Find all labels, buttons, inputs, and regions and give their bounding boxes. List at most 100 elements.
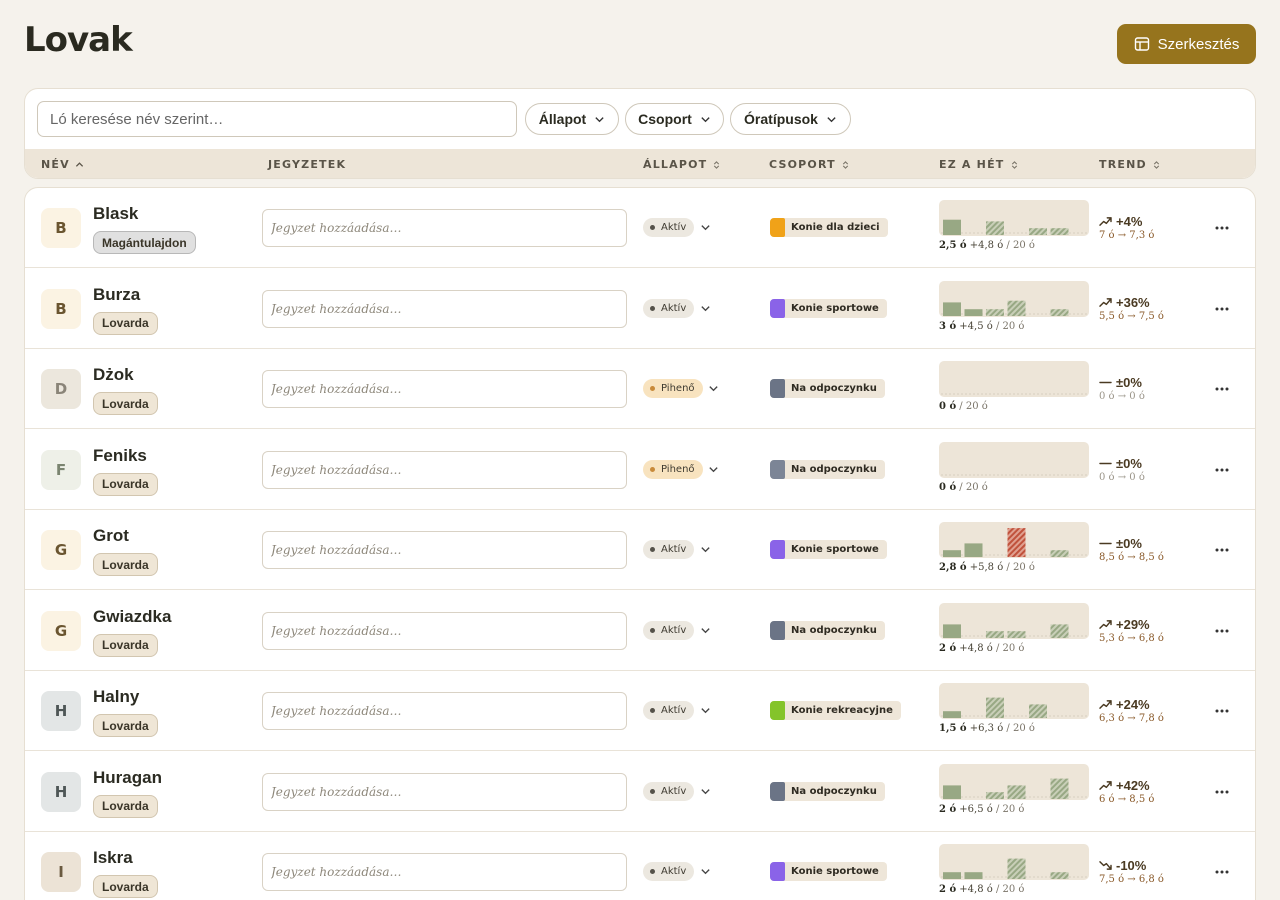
trend-up-icon <box>1099 217 1112 226</box>
week-bars-svg <box>941 623 1087 638</box>
status-chip[interactable]: Aktív <box>643 862 695 881</box>
status-chip[interactable]: Aktív <box>643 701 695 720</box>
horse-name[interactable]: Gwiazdka <box>93 607 171 627</box>
avatar: F <box>41 449 81 490</box>
note-input[interactable] <box>262 531 627 569</box>
filter-status-button[interactable]: Állapot <box>525 103 619 135</box>
row-actions-button[interactable] <box>1211 701 1233 721</box>
column-header-trend[interactable]: TREND <box>1099 149 1161 178</box>
trend-value: ±0% <box>1099 456 1142 471</box>
trend-range: 0 ó → 0 ó <box>1099 391 1145 402</box>
status-chip[interactable]: Aktív <box>643 781 695 801</box>
avatar: D <box>41 369 81 409</box>
filter-group-label: Csoport <box>638 111 692 127</box>
week-planned-hours: +4,8 ó <box>959 884 993 895</box>
status-chip[interactable]: Aktív <box>643 540 695 559</box>
trend-range: 7 ó → 7,3 ó <box>1099 230 1155 241</box>
group-color-swatch <box>770 620 785 640</box>
table-row[interactable]: G Grot Lovarda Aktív Konie sportowe 2,8 ó +5,… <box>25 510 1255 590</box>
avatar: H <box>41 691 81 731</box>
week-day-bar <box>1050 623 1069 638</box>
owner-badge: Lovarda <box>93 875 158 898</box>
note-input[interactable] <box>262 289 627 328</box>
edit-button[interactable]: Szerkesztés <box>1117 24 1256 64</box>
horse-name[interactable]: Iskra <box>93 848 133 868</box>
row-actions-button[interactable] <box>1211 862 1233 882</box>
row-actions-button[interactable] <box>1211 621 1233 641</box>
trend-value: +4% <box>1099 214 1142 229</box>
horse-name[interactable]: Blask <box>93 204 138 224</box>
horse-name[interactable]: Grot <box>93 526 129 546</box>
note-input[interactable] <box>262 370 627 408</box>
week-total-hours: / 20 ó <box>995 642 1025 654</box>
trend-up-icon <box>1099 700 1112 709</box>
avatar: G <box>41 610 81 651</box>
note-input[interactable] <box>262 772 627 811</box>
trend-value: ±0% <box>1099 375 1142 390</box>
row-actions-button[interactable] <box>1211 299 1233 319</box>
search-input[interactable] <box>37 101 517 137</box>
status-chip[interactable]: Aktív <box>643 218 695 237</box>
status-label: Pihenő <box>661 463 695 475</box>
status-chip[interactable]: Pihenő <box>643 459 703 479</box>
sort-asc-icon <box>75 161 83 167</box>
status-chevron-icon <box>701 225 710 231</box>
owner-badge: Lovarda <box>93 472 158 496</box>
horse-name[interactable]: Halny <box>93 687 139 707</box>
horse-name[interactable]: Dżok <box>93 365 134 385</box>
week-bars-svg <box>941 528 1087 557</box>
week-day-bar <box>964 872 983 879</box>
trend-percent: ±0% <box>1116 536 1142 551</box>
filter-group-button[interactable]: Csoport <box>625 103 724 135</box>
week-load-chart <box>939 280 1089 317</box>
group-color-swatch <box>770 218 785 237</box>
trend-percent: ±0% <box>1116 375 1142 390</box>
note-input[interactable] <box>262 450 627 489</box>
table-row[interactable]: I Iskra Lovarda Aktív Konie sportowe 2 ó +4,8… <box>25 832 1255 900</box>
note-input[interactable] <box>262 692 627 730</box>
toolbar-card: Állapot Csoport Óratípusok NÉV JEGYZETEK… <box>24 88 1256 179</box>
status-chip[interactable]: Aktív <box>643 298 695 318</box>
trend-value: +24% <box>1099 697 1150 712</box>
row-actions-button[interactable] <box>1211 540 1233 560</box>
horse-name[interactable]: Burza <box>93 285 140 305</box>
column-header-notes: JEGYZETEK <box>268 149 346 178</box>
week-day-bar <box>986 221 1004 235</box>
column-header-this-week[interactable]: EZ A HÉT <box>939 149 1019 178</box>
table-row[interactable]: B Blask Magántulajdon Aktív Konie dla dzieci… <box>25 188 1255 268</box>
status-chip[interactable]: Pihenő <box>643 379 703 398</box>
group-label: Konie dla dzieci <box>791 222 880 233</box>
table-row[interactable]: G Gwiazdka Lovarda Aktív Na odpoczynku 2 ó +4… <box>25 591 1255 671</box>
status-label: Aktív <box>661 705 687 716</box>
horse-table: B Blask Magántulajdon Aktív Konie dla dzieci… <box>24 187 1256 900</box>
filter-lesson-type-button[interactable]: Óratípusok <box>730 103 851 135</box>
table-row[interactable]: B Burza Lovarda Aktív Konie sportowe 3 ó +4,5… <box>25 269 1255 349</box>
table-row[interactable]: D Dżok Lovarda Pihenő Na odpoczynku 0 ó / 20 … <box>25 349 1255 429</box>
table-row[interactable]: H Halny Lovarda Aktív Konie rekreacyjne 1,5 ó… <box>25 671 1255 751</box>
horse-name[interactable]: Feniks <box>93 446 147 466</box>
week-day-bar <box>1050 308 1069 316</box>
note-input[interactable] <box>262 209 627 247</box>
row-actions-button[interactable] <box>1211 379 1233 399</box>
horse-name[interactable]: Huragan <box>93 768 162 788</box>
row-actions-button[interactable] <box>1211 782 1233 802</box>
column-header-group[interactable]: CSOPORT <box>769 149 850 178</box>
table-row[interactable]: H Huragan Lovarda Aktív Na odpoczynku 2 ó +6,… <box>25 752 1255 832</box>
week-summary: 2 ó +4,8 ó / 20 ó <box>939 643 1024 654</box>
row-actions-button[interactable] <box>1211 460 1233 480</box>
note-input[interactable] <box>262 853 627 891</box>
column-header-status[interactable]: ÁLLAPOT <box>643 149 721 178</box>
table-row[interactable]: F Feniks Lovarda Pihenő Na odpoczynku 0 ó / 2… <box>25 430 1255 510</box>
note-input[interactable] <box>262 611 627 650</box>
column-header-name[interactable]: NÉV <box>41 149 84 178</box>
week-day-bar <box>1050 228 1069 235</box>
week-done-hours: 2 ó <box>939 884 957 895</box>
trend-percent: +29% <box>1116 616 1150 632</box>
trend-range: 6,3 ó → 7,8 ó <box>1099 713 1164 724</box>
week-load-chart <box>939 441 1089 478</box>
week-day-bar <box>943 219 961 235</box>
status-label: Aktív <box>661 302 687 314</box>
status-chip[interactable]: Aktív <box>643 620 695 640</box>
trend-percent: +36% <box>1116 294 1150 310</box>
row-actions-button[interactable] <box>1211 218 1233 238</box>
